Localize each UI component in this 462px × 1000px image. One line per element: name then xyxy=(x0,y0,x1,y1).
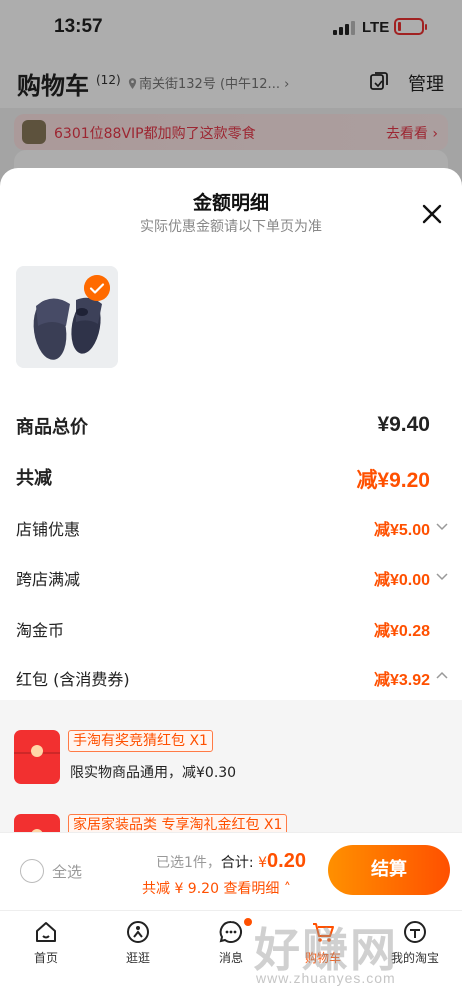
chevron-up-icon[interactable] xyxy=(436,670,448,682)
red-packet-tag: 家居家装品类 专享淘礼金红包 X1 xyxy=(68,814,288,832)
tab-bar: 首页 逛逛 消息 购物车 我的淘宝 xyxy=(0,910,462,1000)
select-all-label[interactable]: 全选 xyxy=(52,861,82,882)
discount-line: 共减 ¥ 9.20 查看明细 ˄ xyxy=(142,878,291,898)
sheet-subtitle: 实际优惠金额请以下单页为准 xyxy=(140,219,322,235)
chevron-down-icon[interactable] xyxy=(436,570,448,582)
select-all-radio[interactable] xyxy=(20,859,44,883)
tab-label: 逛逛 xyxy=(125,951,150,965)
tab-home[interactable]: 首页 xyxy=(11,919,81,966)
row-value: 减¥9.20 xyxy=(356,469,430,492)
row-label: 共减 xyxy=(16,468,52,489)
total-label: 合计: xyxy=(220,855,254,871)
red-packet-desc: 限实物商品通用，减¥0.30 xyxy=(70,765,237,781)
checkout-bar: 全选 已选1件，合计: ¥0.20 共减 ¥ 9.20 查看明细 ˄ 结算 xyxy=(0,832,462,910)
row-value: 减¥3.92 xyxy=(373,672,430,689)
row-value: 减¥5.00 xyxy=(373,522,430,539)
currency-symbol: ¥ xyxy=(258,855,268,871)
tab-profile[interactable]: 我的淘宝 xyxy=(380,919,450,966)
red-packet-tag: 手淘有奖竞猜红包 X1 xyxy=(68,730,213,752)
selected-count: 已选1件， xyxy=(156,855,221,871)
red-packet-icon xyxy=(14,814,60,832)
row-label: 淘金币 xyxy=(16,621,65,640)
row-label: 商品总价 xyxy=(16,417,88,438)
profile-icon xyxy=(404,921,426,943)
price-detail-sheet: 金额明细 实际优惠金额请以下单页为准 商品总价 ¥9.40 共减 减¥9.20 … xyxy=(0,168,462,1000)
tab-cart[interactable]: 购物车 xyxy=(288,919,358,966)
total-summary: 已选1件，合计: ¥0.20 xyxy=(156,850,306,873)
chevron-up-icon: ˄ xyxy=(283,881,291,897)
tab-label: 首页 xyxy=(33,951,58,965)
tab-explore[interactable]: 逛逛 xyxy=(103,919,173,966)
checkout-button[interactable]: 结算 xyxy=(328,845,450,895)
row-label: 跨店满减 xyxy=(16,570,81,589)
discount-amount: 共减 ¥ 9.20 xyxy=(142,881,219,897)
close-icon[interactable] xyxy=(418,200,446,228)
row-value: 减¥0.28 xyxy=(373,623,430,640)
explore-icon xyxy=(127,921,149,943)
tab-messages[interactable]: 消息 xyxy=(196,918,266,966)
notification-dot xyxy=(244,918,252,926)
tab-label: 消息 xyxy=(218,951,243,965)
row-value: 减¥0.00 xyxy=(373,572,430,589)
home-icon xyxy=(36,922,56,942)
row-value: ¥9.40 xyxy=(377,413,430,436)
total-value: 0.20 xyxy=(267,850,306,872)
message-icon xyxy=(219,920,242,943)
sheet-title: 金额明细 xyxy=(192,192,269,214)
cart-icon xyxy=(313,923,334,942)
selected-check-icon[interactable] xyxy=(84,275,110,301)
chevron-down-icon[interactable] xyxy=(436,520,448,532)
tab-label: 我的淘宝 xyxy=(390,951,439,965)
row-label: 红包 (含消费券) xyxy=(16,670,130,689)
row-label: 店铺优惠 xyxy=(16,520,81,539)
red-packet-list: 手淘有奖竞猜红包 X1 限实物商品通用，减¥0.30 家居家装品类 专享淘礼金红… xyxy=(0,700,462,832)
view-detail-link[interactable]: 查看明细 ˄ xyxy=(223,881,290,897)
tab-label: 购物车 xyxy=(304,951,341,965)
red-packet-icon xyxy=(14,730,60,784)
